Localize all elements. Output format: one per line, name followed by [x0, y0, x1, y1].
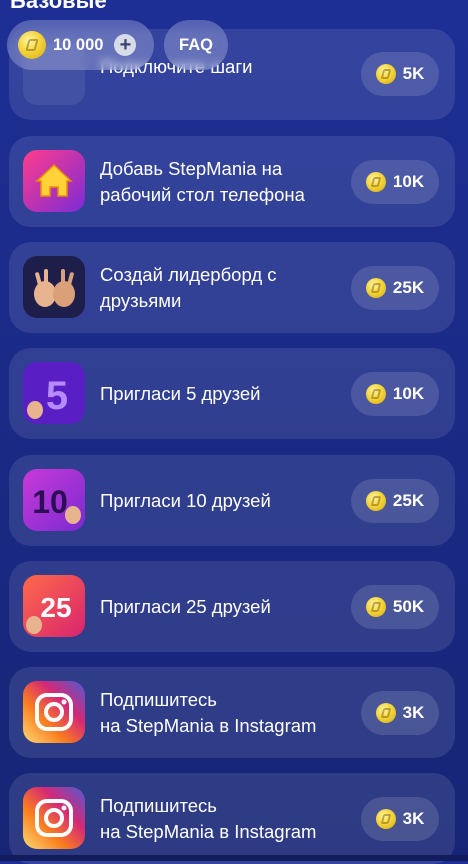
reward-value: 3K — [402, 703, 425, 722]
bottom-strip — [0, 855, 468, 861]
invite-25-icon: 25 — [23, 575, 85, 637]
task-title: Добавь StepMania на рабочий стол телефона — [100, 157, 305, 205]
reward-value: 5K — [402, 64, 425, 83]
task-card-add-homescreen[interactable]: Добавь StepMania на рабочий стол телефона… — [9, 136, 455, 227]
instagram-icon — [23, 787, 85, 849]
task-title: Пригласи 25 друзей — [100, 595, 271, 617]
invite-5-number: 5 — [46, 374, 68, 418]
section-title: Базовые — [10, 0, 107, 13]
top-bar: 10 000 + FAQ — [7, 20, 228, 70]
coin-icon — [375, 703, 396, 723]
reward-button[interactable]: 10K — [351, 160, 439, 204]
reward-value: 25K — [392, 278, 425, 297]
instagram-icon — [23, 681, 85, 743]
reward-value: 10K — [392, 172, 425, 191]
plus-icon[interactable]: + — [114, 34, 137, 56]
coin-icon — [18, 31, 46, 59]
invite-5-icon: 5 — [23, 362, 85, 424]
task-title: Пригласи 5 друзей — [100, 382, 261, 404]
coin-icon — [365, 597, 386, 617]
reward-button[interactable]: 3K — [361, 797, 439, 841]
coin-icon — [365, 172, 386, 192]
reward-button[interactable]: 50K — [351, 585, 439, 629]
coin-icon — [375, 64, 396, 84]
reward-button[interactable]: 5K — [361, 52, 439, 96]
reward-button[interactable]: 3K — [361, 691, 439, 735]
faq-button[interactable]: FAQ — [164, 20, 228, 70]
task-card-instagram[interactable]: Подпишитесь на StepMania в Instagram 3K — [9, 667, 455, 758]
reward-button[interactable]: 25K — [351, 266, 439, 310]
coin-icon — [365, 278, 386, 298]
invite-25-number: 25 — [40, 592, 71, 623]
coin-icon — [365, 491, 386, 511]
reward-value: 25K — [392, 491, 425, 510]
coin-icon — [375, 809, 396, 829]
reward-value: 3K — [402, 809, 425, 828]
task-title: Подпишитесь на StepMania в Instagram — [100, 688, 317, 736]
invite-10-number: 10 — [32, 484, 68, 520]
home-icon — [23, 150, 85, 212]
coin-icon — [365, 384, 386, 404]
reward-value: 50K — [392, 597, 425, 616]
invite-10-icon: 10 — [23, 469, 85, 531]
task-title: Создай лидерборд с друзьями — [100, 263, 277, 311]
task-title: Пригласи 10 друзей — [100, 489, 271, 511]
task-card-invite-5[interactable]: 5 Пригласи 5 друзей 10K — [9, 348, 455, 439]
task-card-leaderboard[interactable]: Создай лидерборд с друзьями 25K — [9, 242, 455, 333]
task-card-invite-10[interactable]: 10 Пригласи 10 друзей 25K — [9, 455, 455, 546]
balance-pill[interactable]: 10 000 + — [7, 20, 154, 70]
balance-value: 10 000 — [53, 35, 104, 54]
hands-icon — [23, 256, 85, 318]
task-title: Подпишитесь на StepMania в Instagram — [100, 794, 317, 842]
reward-button[interactable]: 10K — [351, 372, 439, 416]
reward-button[interactable]: 25K — [351, 479, 439, 523]
task-card-instagram-2[interactable]: Подпишитесь на StepMania в Instagram 3K — [9, 773, 455, 864]
task-card-invite-25[interactable]: 25 Пригласи 25 друзей 50K — [9, 561, 455, 652]
reward-value: 10K — [392, 384, 425, 403]
